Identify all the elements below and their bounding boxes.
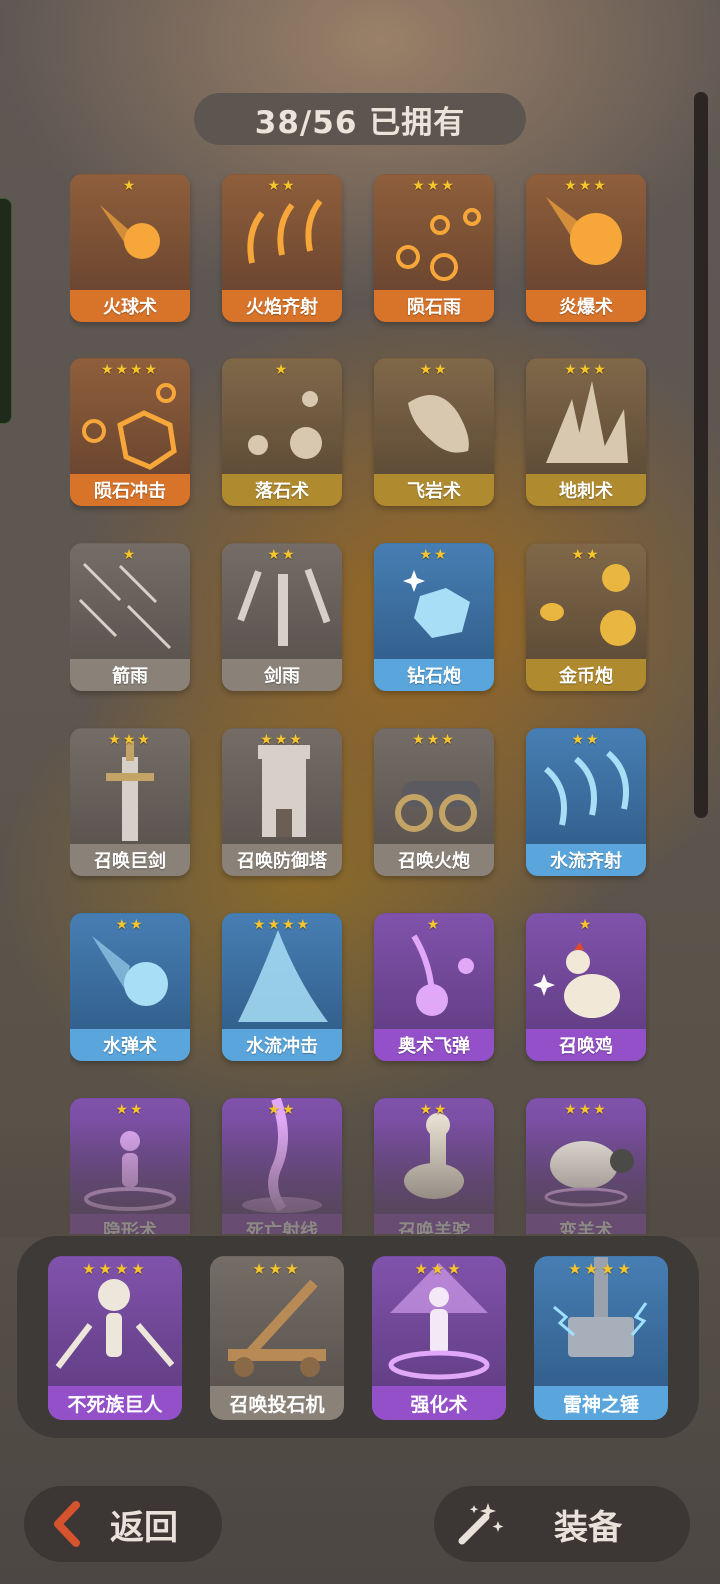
star-rating: ★★★ <box>412 732 456 748</box>
star-rating: ★★★★ <box>82 1260 148 1278</box>
star-rating: ★ <box>122 178 138 194</box>
spell-card[interactable]: ★★ 水流齐射 <box>526 728 646 876</box>
spell-name: 召唤防御塔 <box>222 844 342 876</box>
spell-card[interactable]: ★ 奥术飞弹 <box>374 913 494 1061</box>
spell-name: 箭雨 <box>70 659 190 691</box>
star-rating: ★ <box>426 917 442 933</box>
spell-grid: ★ 火球术 ★★ 火焰齐射 ★★★ 陨石雨 ★★★ 炎爆术 ★★★★ 陨石冲击 <box>70 174 650 1234</box>
equipped-spell-card[interactable]: ★★★ 召唤投石机 <box>210 1256 344 1420</box>
spell-card[interactable]: ★★ 召唤羊驼 <box>374 1098 494 1234</box>
equipped-spell-card[interactable]: ★★★ 强化术 <box>372 1256 506 1420</box>
spell-card[interactable]: ★★★ 炎爆术 <box>526 174 646 322</box>
spell-card[interactable]: ★★ 钻石炮 <box>374 543 494 691</box>
spell-card[interactable]: ★ 落石术 <box>222 358 342 506</box>
star-rating: ★★ <box>571 732 601 748</box>
spell-card[interactable]: ★★★ 召唤防御塔 <box>222 728 342 876</box>
back-button[interactable]: 返回 <box>24 1486 222 1562</box>
magic-wand-icon <box>458 1503 504 1545</box>
star-rating: ★★★★ <box>568 1260 634 1278</box>
star-rating: ★ <box>122 547 138 563</box>
spell-card[interactable]: ★★ 飞岩术 <box>374 358 494 506</box>
equipped-spell-card[interactable]: ★★★★ 不死族巨人 <box>48 1256 182 1420</box>
spell-card[interactable]: ★★ 隐形术 <box>70 1098 190 1234</box>
scrollbar[interactable] <box>694 92 708 818</box>
star-rating: ★★★★ <box>252 917 312 933</box>
spell-name: 召唤羊驼 <box>374 1214 494 1234</box>
spell-card[interactable]: ★★★ 召唤火炮 <box>374 728 494 876</box>
back-arrow-icon <box>54 1501 80 1547</box>
star-rating: ★★ <box>267 547 297 563</box>
spell-name: 召唤鸡 <box>526 1029 646 1061</box>
spell-name: 剑雨 <box>222 659 342 691</box>
star-rating: ★ <box>578 917 594 933</box>
spell-name: 召唤投石机 <box>210 1386 344 1420</box>
spell-name: 死亡射线 <box>222 1214 342 1234</box>
spell-name: 落石术 <box>222 474 342 506</box>
spell-name: 炎爆术 <box>526 290 646 322</box>
spell-name: 水流齐射 <box>526 844 646 876</box>
spell-card[interactable]: ★★★ 地刺术 <box>526 358 646 506</box>
spell-card[interactable]: ★ 火球术 <box>70 174 190 322</box>
spell-card[interactable]: ★★★ 陨石雨 <box>374 174 494 322</box>
spell-name: 水流冲击 <box>222 1029 342 1061</box>
spell-name: 变羊术 <box>526 1214 646 1234</box>
spell-name: 火球术 <box>70 290 190 322</box>
star-rating: ★★ <box>267 178 297 194</box>
star-rating: ★★★★ <box>100 362 160 378</box>
star-rating: ★★ <box>115 1102 145 1118</box>
spell-name: 水弹术 <box>70 1029 190 1061</box>
star-rating: ★★★ <box>252 1260 302 1278</box>
spell-card[interactable]: ★ 召唤鸡 <box>526 913 646 1061</box>
spell-name: 飞岩术 <box>374 474 494 506</box>
spell-name: 隐形术 <box>70 1214 190 1234</box>
star-rating: ★★ <box>419 1102 449 1118</box>
star-rating: ★★ <box>419 362 449 378</box>
equipped-spell-card[interactable]: ★★★★ 雷神之锤 <box>534 1256 668 1420</box>
star-rating: ★★ <box>115 917 145 933</box>
star-rating: ★★★ <box>260 732 304 748</box>
spell-name: 召唤火炮 <box>374 844 494 876</box>
spell-card[interactable]: ★ 箭雨 <box>70 543 190 691</box>
spell-name: 陨石雨 <box>374 290 494 322</box>
equip-label: 装备 <box>554 1507 622 1548</box>
spell-card[interactable]: ★★ 水弹术 <box>70 913 190 1061</box>
spell-name: 召唤巨剑 <box>70 844 190 876</box>
spell-name: 金币炮 <box>526 659 646 691</box>
star-rating: ★★★ <box>108 732 152 748</box>
spell-name: 火焰齐射 <box>222 290 342 322</box>
spell-name: 不死族巨人 <box>48 1386 182 1420</box>
star-rating: ★★★ <box>564 178 608 194</box>
star-rating: ★★★ <box>412 178 456 194</box>
spell-name: 奥术飞弹 <box>374 1029 494 1061</box>
spell-name: 陨石冲击 <box>70 474 190 506</box>
spell-card[interactable]: ★★ 金币炮 <box>526 543 646 691</box>
star-rating: ★★ <box>419 547 449 563</box>
star-rating: ★ <box>274 362 290 378</box>
spell-card[interactable]: ★★★★ 水流冲击 <box>222 913 342 1061</box>
star-rating: ★★★ <box>414 1260 464 1278</box>
owned-counter: 38/56 已拥有 <box>194 93 526 145</box>
spell-name: 钻石炮 <box>374 659 494 691</box>
spell-card[interactable]: ★★★ 变羊术 <box>526 1098 646 1234</box>
star-rating: ★★ <box>267 1102 297 1118</box>
spell-card[interactable]: ★★★★ 陨石冲击 <box>70 358 190 506</box>
equip-button[interactable]: 装备 <box>434 1486 690 1562</box>
spell-card[interactable]: ★★ 火焰齐射 <box>222 174 342 322</box>
back-label: 返回 <box>110 1507 178 1548</box>
spell-card[interactable]: ★★ 剑雨 <box>222 543 342 691</box>
spell-name: 地刺术 <box>526 474 646 506</box>
spell-card[interactable]: ★★ 死亡射线 <box>222 1098 342 1234</box>
spell-name: 雷神之锤 <box>534 1386 668 1420</box>
star-rating: ★★★ <box>564 362 608 378</box>
spell-card[interactable]: ★★★ 召唤巨剑 <box>70 728 190 876</box>
star-rating: ★★★ <box>564 1102 608 1118</box>
side-panel-edge <box>0 198 12 424</box>
star-rating: ★★ <box>571 547 601 563</box>
spell-name: 强化术 <box>372 1386 506 1420</box>
